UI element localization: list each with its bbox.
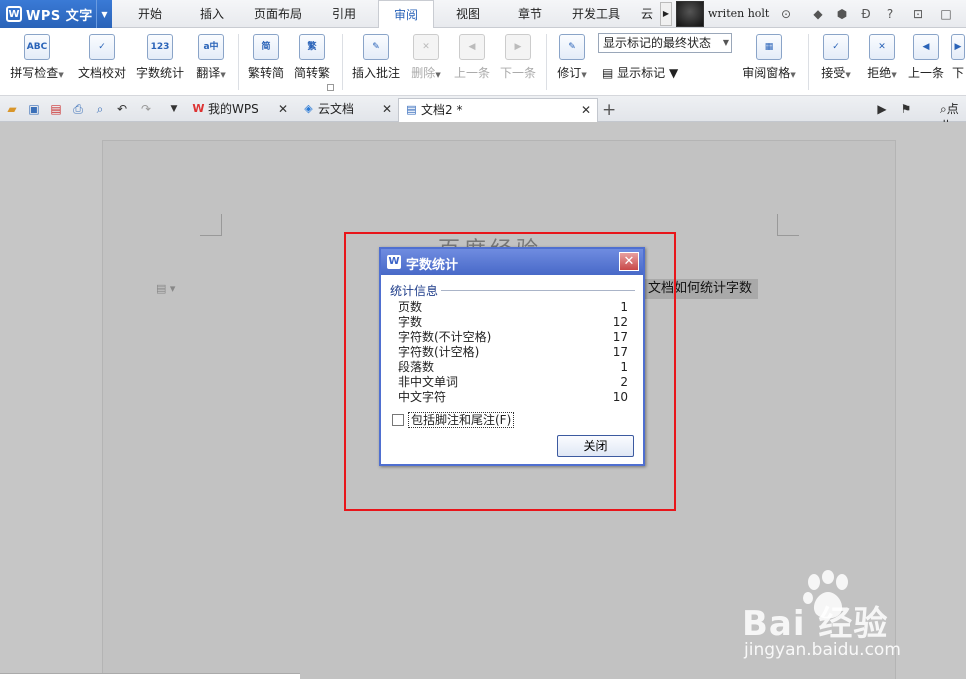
margin-corner-top-left	[200, 214, 222, 236]
translate-button[interactable]: a中 翻译▼	[192, 34, 230, 86]
pin-icon[interactable]: ⚑	[898, 101, 914, 117]
spell-check-icon: ABC	[24, 34, 50, 60]
close-icon[interactable]: ✕	[581, 99, 591, 121]
wps-logo-icon: W	[6, 6, 22, 22]
export-pdf-icon[interactable]: ▤	[48, 101, 64, 117]
simp-to-trad-icon: 繁	[299, 34, 325, 60]
next-icon: ▶	[505, 34, 531, 60]
chevron-right-icon[interactable]: ▶	[660, 2, 672, 26]
baidu-watermark: Bai 经验 jingyan.baidu.com	[742, 570, 962, 670]
avatar[interactable]	[676, 1, 704, 27]
open-folder-icon[interactable]: ▰	[4, 101, 20, 117]
prev-change-icon: ◀	[913, 34, 939, 60]
save-icon[interactable]: ▣	[26, 101, 42, 117]
expand-icon[interactable]: □	[938, 6, 954, 22]
new-tab-plus-icon[interactable]: +	[602, 100, 616, 120]
watermark-url: jingyan.baidu.com	[744, 640, 901, 660]
delete-comment-button[interactable]: ✕ 删除▼	[406, 34, 446, 86]
translate-icon: a中	[198, 34, 224, 60]
quick-access-bar: ▰ ▣ ▤ ⎙ ⌕ ↶ ↷ ▼ W 我的WPS ✕ ◈ 云文档 ✕ ▤ 文档2 …	[0, 96, 966, 122]
redo-icon[interactable]: ↷	[138, 101, 154, 117]
menu-bar: W WPS 文字 ▼ 开始 插入 页面布局 引用 审阅 视图 章节 开发工具 云…	[0, 0, 966, 29]
tab-start[interactable]: 开始	[124, 0, 176, 28]
ribbon-separator	[238, 34, 239, 90]
accept-icon: ✓	[823, 34, 849, 60]
tab-page-layout[interactable]: 页面布局	[248, 0, 308, 28]
tab-references[interactable]: 引用	[318, 0, 370, 28]
next-comment-button[interactable]: ▶ 下一条	[498, 34, 538, 86]
paragraph-menu-icon[interactable]: ▤ ▾	[156, 282, 175, 295]
track-changes-button[interactable]: ✎ 修订▼	[554, 34, 590, 86]
group-launcher-icon[interactable]	[327, 84, 334, 91]
next-change-icon: ▶	[951, 34, 965, 60]
crown-icon[interactable]: ⊙	[778, 6, 794, 22]
trad-to-simp-button[interactable]: 简 繁转简	[246, 34, 286, 86]
reject-icon: ✕	[869, 34, 895, 60]
tab-review[interactable]: 审阅	[378, 0, 434, 29]
prev-icon: ◀	[459, 34, 485, 60]
chevron-down-icon: ▼	[722, 38, 729, 47]
ribbon-separator	[546, 34, 547, 90]
doc-compare-button[interactable]: ✓ 文档校对	[76, 34, 128, 86]
chevron-down-icon[interactable]: ▼	[166, 101, 182, 117]
close-icon[interactable]: ✕	[382, 98, 392, 120]
watermark-brand: Bai 经验	[742, 604, 889, 644]
ribbon-separator	[808, 34, 809, 90]
wps-logo-icon: W	[192, 102, 205, 115]
tab-cloud[interactable]: 云	[636, 0, 658, 28]
prev-change-button[interactable]: ◀ 上一条	[906, 34, 946, 86]
markup-state-select[interactable]: 显示标记的最终状态 ▼	[598, 33, 732, 53]
tab-insert[interactable]: 插入	[186, 0, 238, 28]
word-count-icon: 123	[147, 34, 173, 60]
tab-cloud-docs[interactable]: ◈ 云文档 ✕	[296, 98, 398, 122]
chevron-down-icon[interactable]: ▼	[96, 0, 112, 28]
review-pane-button[interactable]: ▦ 审阅窗格▼	[738, 34, 800, 86]
document-check-icon: ✓	[89, 34, 115, 60]
review-pane-icon: ▦	[756, 34, 782, 60]
next-change-button[interactable]: ▶ 下	[950, 34, 966, 86]
tab-chapter[interactable]: 章节	[504, 0, 556, 28]
word-count-button[interactable]: 123 字数统计	[134, 34, 186, 86]
app-title: WPS 文字	[26, 8, 93, 24]
simp-to-trad-button[interactable]: 繁 简转繁	[292, 34, 332, 86]
document-icon: ▤	[406, 103, 417, 116]
search-icon: ⌕	[940, 102, 947, 116]
tab-document-2[interactable]: ▤ 文档2 * ✕	[398, 98, 598, 122]
restore-ribbon-icon[interactable]: ⊡	[910, 6, 926, 22]
reject-button[interactable]: ✕ 拒绝▼	[862, 34, 902, 86]
app-menu-button[interactable]: W WPS 文字 ▼	[0, 0, 112, 28]
tab-developer[interactable]: 开发工具	[566, 0, 626, 28]
document-icon: ▤	[602, 66, 614, 80]
spell-check-button[interactable]: ABC 拼写检查▼	[6, 34, 68, 86]
margin-corner-top-right	[777, 214, 799, 236]
ribbon-separator	[342, 34, 343, 90]
share-icon[interactable]: Ð	[858, 6, 874, 22]
cloud-cube-icon: ◈	[304, 102, 313, 115]
help-icon[interactable]: ?	[882, 6, 898, 22]
insert-comment-button[interactable]: ✎ 插入批注	[350, 34, 402, 86]
tab-my-wps[interactable]: W 我的WPS ✕	[186, 98, 294, 122]
skin-icon[interactable]: ◆	[810, 6, 826, 22]
delete-icon: ✕	[413, 34, 439, 60]
prev-comment-button[interactable]: ◀ 上一条	[452, 34, 492, 86]
trad-to-simp-icon: 简	[253, 34, 279, 60]
ribbon-review: ABC 拼写检查▼ ✓ 文档校对 123 字数统计 a中 翻译▼ 简 繁转简 繁…	[0, 28, 966, 96]
highlight-box	[344, 232, 676, 511]
play-icon[interactable]: ▶	[874, 101, 890, 117]
undo-icon[interactable]: ↶	[114, 101, 130, 117]
pencil-icon: ✎	[559, 34, 585, 60]
print-icon[interactable]: ⎙	[70, 101, 86, 117]
settings-icon[interactable]: ⬢	[834, 6, 850, 22]
accept-button[interactable]: ✓ 接受▼	[816, 34, 856, 86]
close-icon[interactable]: ✕	[278, 98, 288, 120]
comment-icon: ✎	[363, 34, 389, 60]
show-markup-button[interactable]: ▤ 显示标记 ▼	[602, 64, 678, 81]
print-preview-icon[interactable]: ⌕	[92, 101, 108, 117]
tab-view[interactable]: 视图	[442, 0, 494, 28]
taskbar-strip	[0, 673, 300, 679]
user-name: writen holt	[708, 7, 770, 20]
